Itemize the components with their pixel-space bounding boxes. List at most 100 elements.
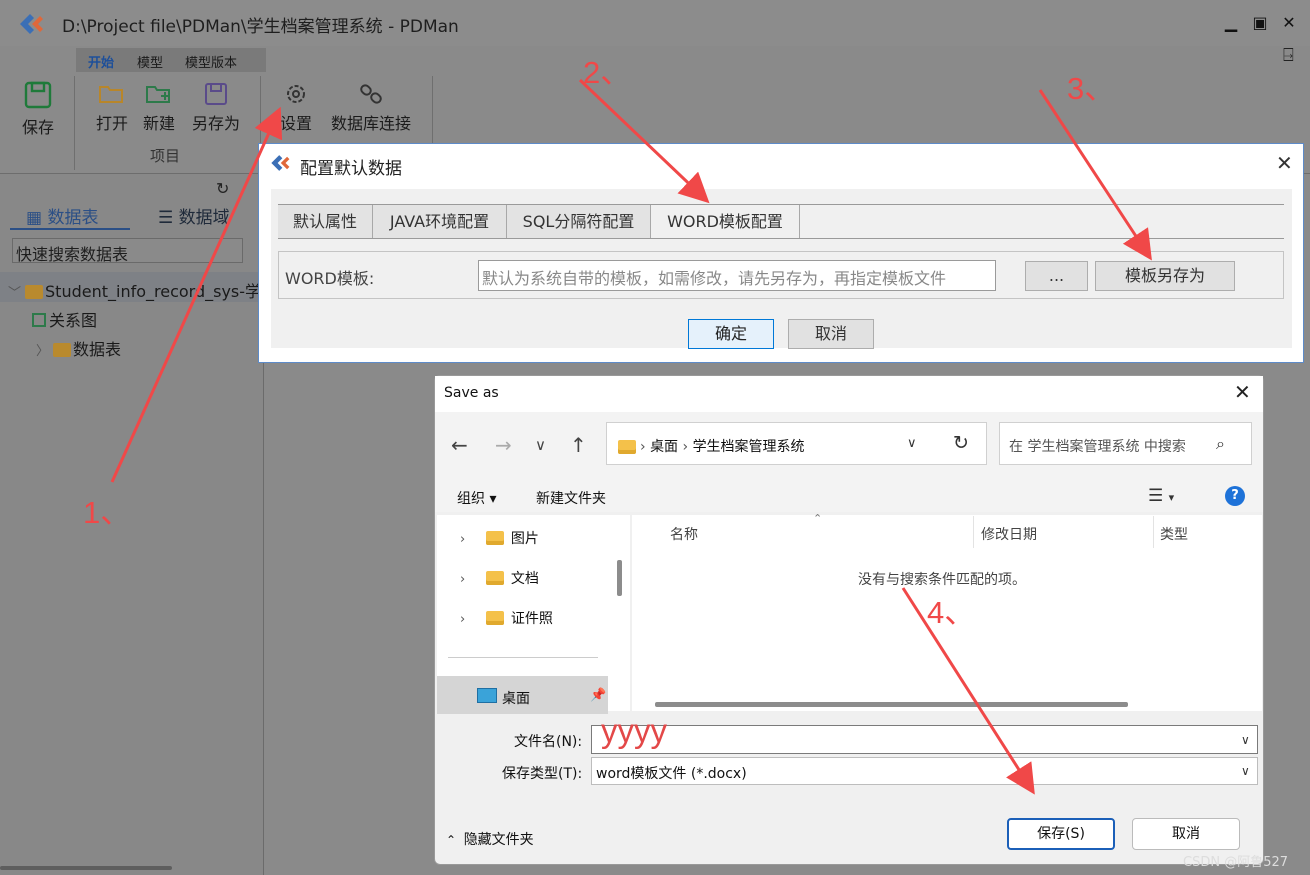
column-divider[interactable]: [973, 516, 974, 548]
help-icon[interactable]: ?: [1225, 486, 1245, 506]
recent-dropdown-icon[interactable]: ∨: [535, 436, 546, 454]
tree-item-project[interactable]: ﹀ Student_info_record_sys-学: [8, 278, 261, 302]
maximize-icon[interactable]: ▣: [1251, 14, 1269, 32]
save-as-label: 另存为: [191, 114, 240, 133]
column-header-type[interactable]: 类型: [1160, 524, 1188, 544]
tab-word-template[interactable]: WORD模板配置: [651, 205, 800, 238]
nav-item-label: 证件照: [510, 611, 553, 627]
nav-item-id-photos[interactable]: › 证件照: [460, 608, 553, 628]
open-label: 打开: [95, 114, 128, 133]
word-template-label: WORD模板:: [285, 269, 375, 288]
sidebar-tab-domains[interactable]: ☰ 数据域: [158, 203, 230, 228]
sidebar-tab-label: 数据表: [47, 208, 99, 228]
filetype-value: word模板文件 (*.docx): [596, 766, 747, 782]
config-dialog-title: 配置默认数据: [300, 159, 402, 179]
up-arrow-icon[interactable]: ↑: [570, 433, 587, 457]
nav-item-label: 文档: [510, 571, 539, 587]
tree-item-diagram[interactable]: 关系图: [32, 307, 97, 331]
cancel-save-button[interactable]: 取消: [1132, 818, 1240, 850]
column-divider[interactable]: [1153, 516, 1154, 548]
navigation-scrollbar[interactable]: [617, 560, 622, 596]
column-header-date[interactable]: 修改日期: [981, 524, 1037, 544]
filetype-label: 保存类型(T):: [502, 766, 583, 782]
ribbon-tab-model-version[interactable]: 模型版本: [185, 52, 237, 71]
back-arrow-icon[interactable]: ←: [451, 433, 468, 457]
cancel-button[interactable]: 取消: [788, 319, 874, 349]
save-file-button[interactable]: 保存(S): [1007, 818, 1115, 850]
folder-open-icon: [99, 86, 123, 103]
chevron-up-icon: ⌃: [446, 833, 464, 847]
minimize-icon[interactable]: ▁: [1222, 14, 1240, 32]
forward-arrow-icon[interactable]: →: [495, 433, 512, 457]
ok-button[interactable]: 确定: [688, 319, 774, 349]
pin-icon[interactable]: 📌: [590, 688, 606, 703]
new-folder-button[interactable]: 新建文件夹: [536, 488, 606, 508]
settings-button[interactable]: 设置: [275, 82, 317, 134]
annotation-label-4: 4、: [927, 595, 976, 630]
chevron-down-icon: ﹀: [8, 286, 22, 301]
hide-folders-toggle[interactable]: ⌃ 隐藏文件夹: [446, 829, 534, 849]
column-header-name[interactable]: 名称: [670, 524, 698, 544]
list-icon: ☰: [158, 208, 179, 228]
nav-item-documents[interactable]: › 文档: [460, 568, 539, 588]
db-connect-button[interactable]: 数据库连接: [325, 82, 417, 134]
close-icon[interactable]: ✕: [1276, 151, 1293, 175]
chevron-down-icon[interactable]: ∨: [1241, 764, 1250, 778]
chevron-right-icon: ›: [460, 612, 486, 627]
close-icon[interactable]: ✕: [1280, 14, 1298, 32]
folder-icon: [25, 285, 44, 299]
nav-item-pictures[interactable]: › 图片: [460, 528, 539, 548]
tab-default-properties[interactable]: 默认属性: [278, 205, 373, 238]
folder-icon: [485, 531, 504, 545]
window-title: D:\Project file\PDMan\学生档案管理系统 - PDMan: [62, 17, 459, 37]
nav-item-desktop-label: 桌面: [502, 691, 530, 707]
ribbon-tab-model[interactable]: 模型: [137, 52, 163, 71]
chevron-down-icon[interactable]: ∨: [1241, 733, 1250, 747]
refresh-icon[interactable]: ↻: [216, 179, 229, 198]
active-tab-indicator: [10, 228, 130, 230]
save-as-button[interactable]: 另存为: [186, 82, 246, 134]
sort-ascending-icon: ⌃: [813, 512, 823, 525]
ribbon-tab-start[interactable]: 开始: [88, 52, 114, 71]
search-icon[interactable]: ⌕: [1216, 434, 1225, 454]
pdman-logo-icon: [16, 10, 46, 38]
organize-menu[interactable]: 组织 ▾: [457, 488, 496, 508]
filename-value: yyyy: [601, 712, 667, 749]
sidebar-scrollbar[interactable]: [0, 866, 172, 870]
save-button[interactable]: 保存: [14, 80, 62, 138]
horizontal-scrollbar[interactable]: [655, 702, 1128, 707]
save-as-title-bar: [435, 376, 1263, 412]
logout-icon[interactable]: ⍈: [1283, 45, 1294, 66]
save-template-as-button[interactable]: 模板另存为: [1095, 261, 1235, 291]
browse-button[interactable]: ...: [1025, 261, 1088, 291]
close-icon[interactable]: ✕: [1234, 380, 1251, 404]
new-button[interactable]: 新建: [138, 82, 180, 134]
open-button[interactable]: 打开: [90, 82, 134, 134]
sidebar-tab-tables[interactable]: ▦ 数据表: [26, 203, 98, 228]
gear-icon: [287, 85, 305, 103]
chevron-right-icon: ›: [460, 532, 486, 547]
annotation-label-2: 2、: [583, 55, 632, 90]
diagram-icon: [32, 313, 46, 327]
chevron-right-icon: ›: [460, 572, 486, 587]
filename-input[interactable]: [591, 725, 1258, 754]
tab-java-env[interactable]: JAVA环境配置: [373, 205, 507, 238]
refresh-icon[interactable]: ↻: [953, 432, 969, 454]
ribbon-group-label: 项目: [150, 147, 181, 165]
tree-item-tables[interactable]: 〉 数据表: [36, 336, 121, 360]
annotation-label-1: 1、: [83, 495, 132, 530]
table-search-input[interactable]: 快速搜索数据表: [12, 238, 243, 264]
save-as-title: Save as: [444, 385, 499, 401]
save-label: 保存: [21, 118, 54, 137]
db-connect-label: 数据库连接: [330, 114, 411, 133]
breadcrumb[interactable]: › 桌面 › 学生档案管理系统: [640, 436, 805, 456]
breadcrumb-item[interactable]: 学生档案管理系统: [693, 439, 805, 455]
sidebar-tab-label: 数据域: [178, 208, 230, 228]
tab-sql-delimiter[interactable]: SQL分隔符配置: [507, 205, 651, 238]
breadcrumb-item[interactable]: 桌面: [650, 439, 678, 455]
view-options-icon[interactable]: ☰ ▾: [1148, 486, 1174, 506]
link-icon: [360, 84, 382, 104]
chevron-down-icon[interactable]: ∨: [907, 436, 917, 451]
hide-folders-label: 隐藏文件夹: [463, 832, 534, 848]
word-template-input[interactable]: 默认为系统自带的模板，如需修改，请先另存为，再指定模板文件: [478, 260, 996, 291]
